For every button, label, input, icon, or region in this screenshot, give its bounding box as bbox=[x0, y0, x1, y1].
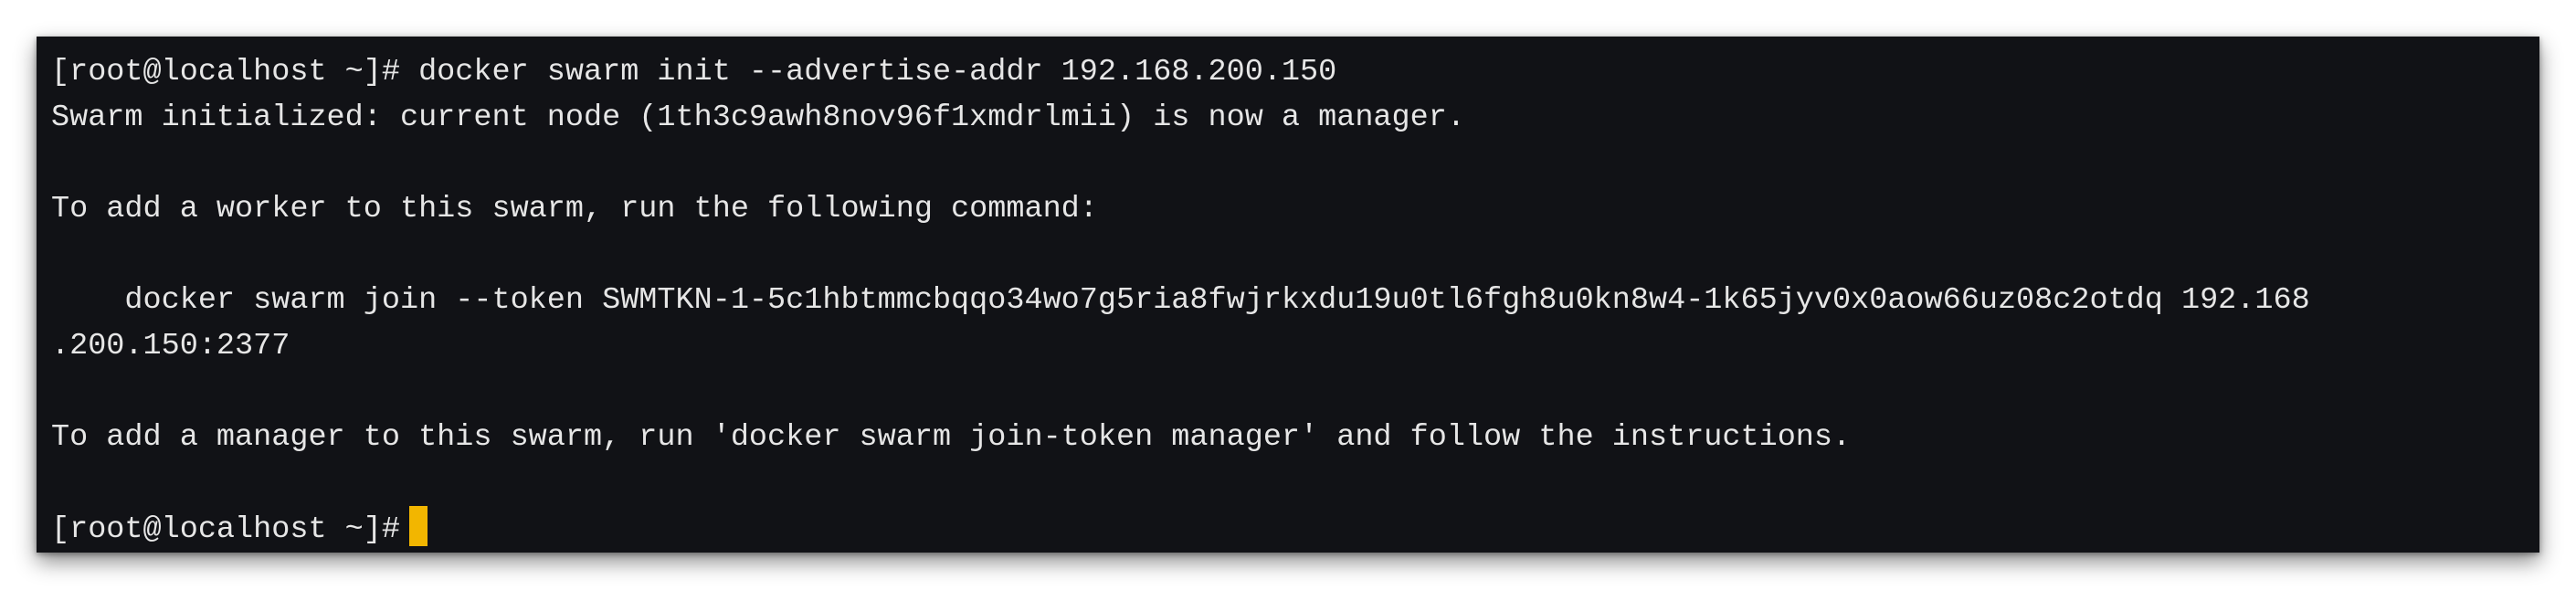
terminal-output: [root@localhost ~]# docker swarm init --… bbox=[51, 49, 2539, 552]
cursor-block bbox=[408, 506, 428, 546]
terminal-line-output: To add a manager to this swarm, run 'doc… bbox=[51, 420, 1852, 455]
terminal-line-output: Swarm initialized: current node (1th3c9a… bbox=[51, 100, 1465, 135]
terminal-line-join-command: docker swarm join --token SWMTKN-1-5c1hb… bbox=[51, 283, 2310, 318]
shell-prompt: [root@localhost ~]# bbox=[51, 512, 400, 547]
terminal-line-join-command-wrap: .200.150:2377 bbox=[51, 329, 290, 363]
shell-prompt: [root@localhost ~]# bbox=[51, 55, 400, 90]
terminal-line-output: To add a worker to this swarm, run the f… bbox=[51, 192, 1098, 227]
terminal-line-command: [root@localhost ~]# docker swarm init --… bbox=[51, 49, 2539, 95]
command-text: docker swarm init --advertise-addr 192.1… bbox=[399, 55, 1337, 90]
terminal-line-prompt[interactable]: [root@localhost ~]# bbox=[51, 506, 2539, 552]
terminal-window[interactable]: [root@localhost ~]# docker swarm init --… bbox=[37, 37, 2539, 553]
